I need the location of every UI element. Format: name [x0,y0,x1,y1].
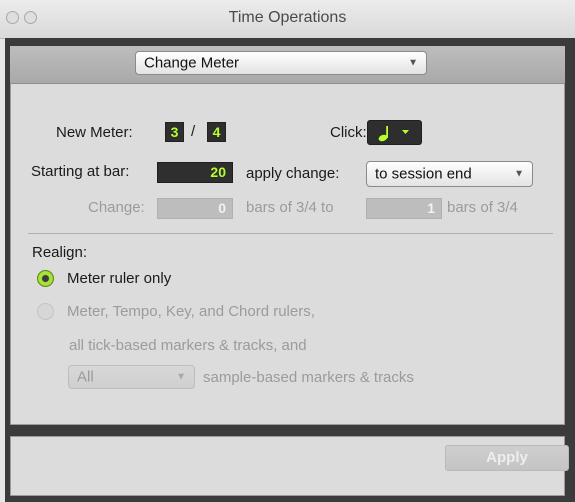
all-rulers-radio[interactable] [37,303,54,320]
sample-based-value: All [77,368,94,386]
meter-ruler-only-radio[interactable] [37,270,54,287]
meter-denominator-field[interactable]: 4 [207,122,226,142]
operation-select[interactable]: Change Meter ▼ [135,51,427,75]
apply-change-value: to session end [375,165,472,183]
dropdown-arrow-icon [402,130,409,134]
realign-label: Realign: [32,244,88,261]
meter-ruler-only-label[interactable]: Meter ruler only [67,270,171,287]
operation-select-value: Change Meter [144,54,240,72]
meter-numerator-field[interactable]: 3 [165,122,184,142]
section-divider [28,233,553,234]
title-bar: Time Operations [0,0,575,39]
change-field[interactable]: 0 [157,198,233,219]
new-meter-label: New Meter: [56,124,133,141]
window-title: Time Operations [228,9,347,26]
sample-based-select[interactable]: All ▼ [68,365,195,389]
all-rulers-label[interactable]: Meter, Tempo, Key, and Chord rulers, [67,303,315,320]
starting-bar-field[interactable]: 20 [157,162,233,183]
sample-based-label: sample-based markers & tracks [203,369,414,386]
click-note-button[interactable] [367,120,422,145]
chevron-down-icon: ▼ [514,168,524,180]
apply-change-select[interactable]: to session end ▼ [366,161,533,187]
chevron-down-icon: ▼ [176,371,186,383]
click-label: Click: [330,124,367,141]
tick-based-label: all tick-based markers & tracks, and [69,337,307,354]
change-to-field[interactable]: 1 [366,198,442,219]
quarter-note-icon [378,126,409,142]
bars-of-label: bars of 3/4 to [246,199,334,216]
starting-bar-label: Starting at bar: [31,163,130,180]
chevron-down-icon: ▼ [408,57,418,69]
apply-button[interactable]: Apply [445,445,569,471]
change-label: Change: [88,199,145,216]
apply-change-label: apply change: [246,165,340,182]
bars-of-label-2: bars of 3/4 [447,199,518,216]
meter-slash: / [191,123,196,140]
